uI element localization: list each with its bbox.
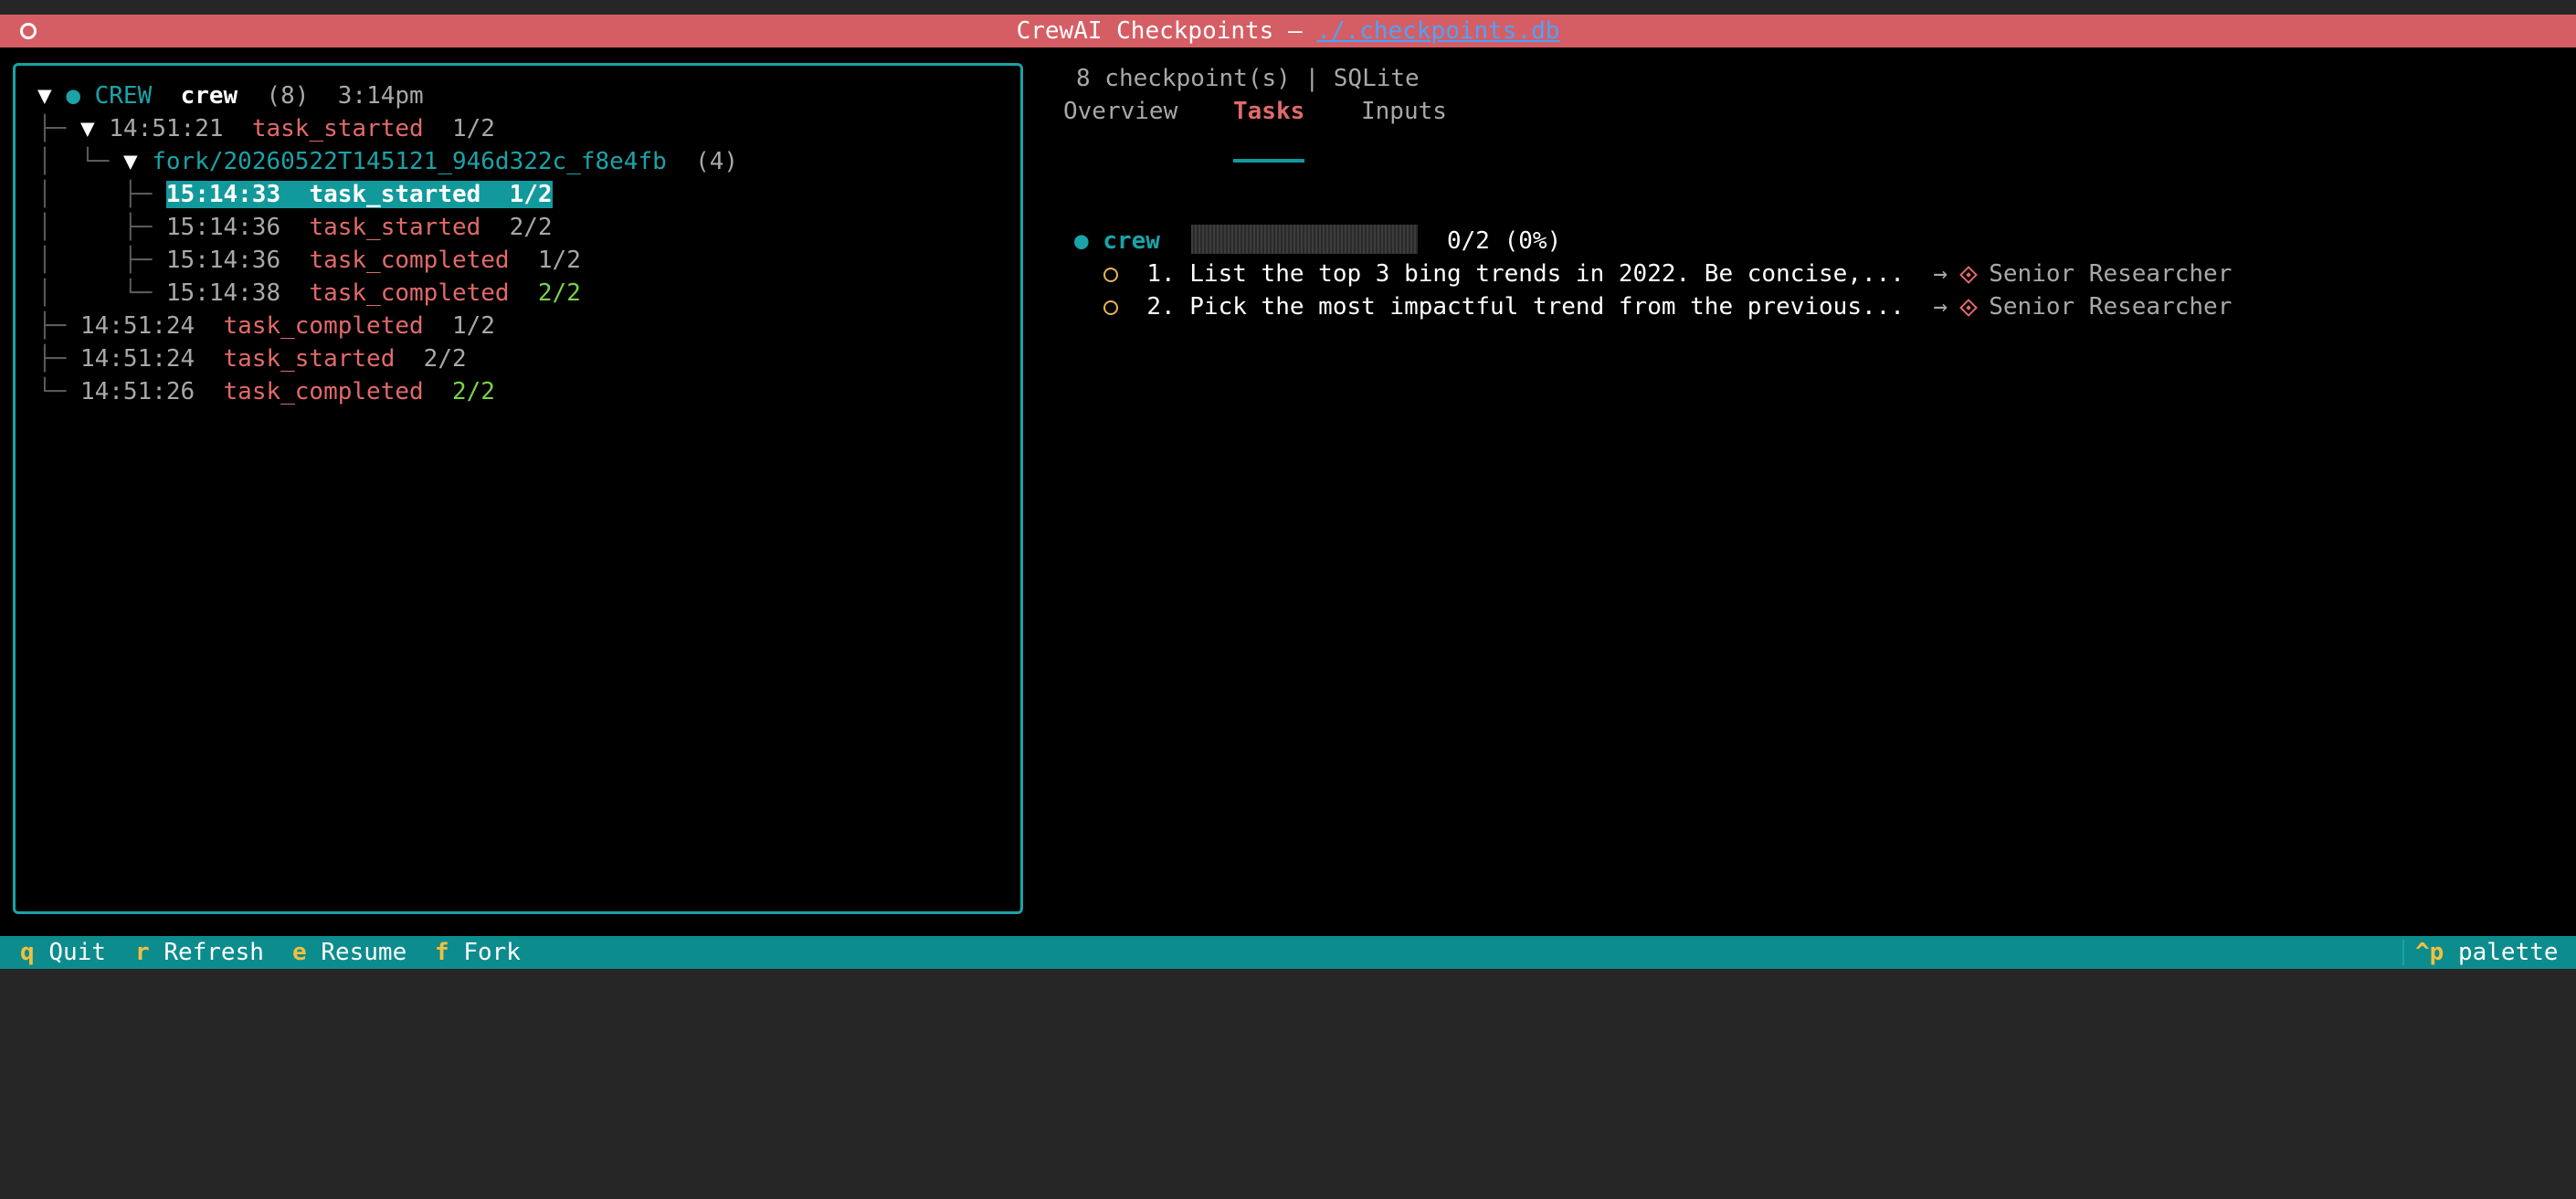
fork-binding[interactable]: f Fork [435,936,521,969]
tree-node[interactable]: ├─ 14:51:24 task_completed 1/2 [37,310,495,342]
refresh-label: Refresh [164,939,264,966]
db-path-link[interactable]: ./.checkpoints.db [1316,17,1559,45]
task-index: 1. [1146,260,1176,288]
resume-label: Resume [321,939,407,966]
node-event: task_started [223,345,396,373]
node-event: task_started [309,181,481,208]
expand-arrow-icon[interactable]: ▼ [80,115,95,142]
quit-binding[interactable]: q Quit [20,936,106,969]
task-row[interactable]: 1. List the top 3 bing trends in 2022. B… [1103,258,2232,290]
arrow-right-icon: → [1933,260,1948,288]
fork-key: f [435,939,449,966]
crew-dot-icon: ● [1074,227,1089,255]
palette-key: ^p [2415,939,2444,966]
tree-fork-node[interactable]: │ └─ ▼ fork/20260522T145121_946d322c_f8e… [37,145,738,178]
quit-key: q [20,939,35,966]
node-time: 15:14:38 [165,279,281,307]
task-agent: Senior Researcher [1989,260,2233,288]
node-progress: 2/2 [451,378,495,405]
node-event: task_completed [223,378,424,405]
pending-circle-icon [1103,267,1118,282]
window-title: CrewAI Checkpoints — ./.checkpoints.db [0,15,2576,47]
fork-count: (4) [695,148,739,175]
task-agent: Senior Researcher [1989,293,2233,321]
node-progress: 1/2 [537,247,581,274]
task-row[interactable]: 2. Pick the most impactful trend from th… [1103,290,2232,323]
node-time: 15:14:33 [165,181,281,208]
expand-arrow-icon[interactable]: ▼ [37,82,52,110]
root-time: 3:14pm [337,82,424,110]
crew-name: crew [1103,227,1160,255]
palette-binding[interactable]: ^p palette [2415,936,2559,969]
crew-progress-bar [1191,225,1418,254]
quit-label: Quit [48,939,106,966]
status-bar: q Quit r Refresh e Resume f Fork ^p pale… [0,936,2576,969]
app-title: CrewAI Checkpoints — [1016,17,1317,45]
tree-node-selected[interactable]: │ ├─ 15:14:33 task_started 1/2 [37,178,553,211]
detail-pane: 8 checkpoint(s) | SQLite Overview Tasks … [1060,47,2558,915]
node-progress: 1/2 [509,181,553,208]
crew-progress-label: 0/2 (0%) [1447,227,1562,255]
expand-arrow-icon[interactable]: ▼ [123,148,138,175]
fork-name: fork/20260522T145121_946d322c_f8e4fb [152,148,667,175]
node-progress: 1/2 [451,312,495,340]
node-time: 14:51:24 [79,345,195,373]
title-bar: CrewAI Checkpoints — ./.checkpoints.db [0,15,2576,47]
node-event: task_completed [223,312,424,340]
task-text: List the top 3 bing trends in 2022. Be c… [1189,260,1905,288]
active-tab-indicator [1233,159,1304,163]
node-progress: 2/2 [509,214,553,241]
node-event: task_completed [309,247,510,274]
tree-node[interactable]: ├─ 14:51:24 task_started 2/2 [37,342,467,375]
node-event: task_started [309,214,481,241]
node-progress: 1/2 [451,115,495,142]
agent-diamond-icon [1958,298,1978,317]
terminal-app: CrewAI Checkpoints — ./.checkpoints.db ▼… [0,15,2576,969]
node-event: task_completed [309,279,510,307]
pending-circle-icon [1103,300,1118,315]
agent-diamond-icon [1958,265,1978,284]
node-time: 15:14:36 [165,247,281,274]
node-time: 15:14:36 [165,214,281,241]
tree-node[interactable]: ├─ ▼ 14:51:21 task_started 1/2 [37,112,495,145]
palette-label: palette [2457,939,2559,966]
tree-node[interactable]: │ └─ 15:14:38 task_completed 2/2 [37,277,581,310]
status-separator [2402,940,2404,965]
root-count: (8) [266,82,310,110]
refresh-binding[interactable]: r Refresh [135,936,264,969]
tab-tasks[interactable]: Tasks [1233,95,1304,128]
node-progress: 2/2 [423,345,467,373]
root-name: crew [180,82,238,110]
arrow-right-icon: → [1933,293,1948,321]
node-time: 14:51:24 [79,312,195,340]
tree-root[interactable]: ▼ ● CREW crew (8) 3:14pm [37,79,424,112]
tab-inputs[interactable]: Inputs [1361,95,1447,128]
fork-label: Fork [463,939,521,966]
node-event: task_started [251,115,424,142]
crew-row: ● crew [1074,225,1160,258]
checkpoint-meta: 8 checkpoint(s) | SQLite [1076,65,1420,92]
screen: CrewAI Checkpoints — ./.checkpoints.db ▼… [0,0,2576,986]
crew-dot-icon: ● [66,82,80,110]
node-time: 14:51:21 [109,115,224,142]
task-index: 2. [1146,293,1176,321]
tree-node[interactable]: │ ├─ 15:14:36 task_started 2/2 [37,211,553,244]
refresh-key: r [135,939,150,966]
root-type: CREW [94,82,153,110]
resume-key: e [292,939,307,966]
tree-node[interactable]: │ ├─ 15:14:36 task_completed 1/2 [37,244,581,277]
node-time: 14:51:26 [79,378,195,405]
tab-overview[interactable]: Overview [1063,95,1177,128]
checkpoint-tree[interactable]: ▼ ● CREW crew (8) 3:14pm ├─ ▼ 14:51:21 t… [13,63,1023,914]
task-text: Pick the most impactful trend from the p… [1189,293,1905,321]
node-progress: 2/2 [537,279,581,307]
tree-node[interactable]: └─ 14:51:26 task_completed 2/2 [37,375,495,408]
resume-binding[interactable]: e Resume [292,936,406,969]
